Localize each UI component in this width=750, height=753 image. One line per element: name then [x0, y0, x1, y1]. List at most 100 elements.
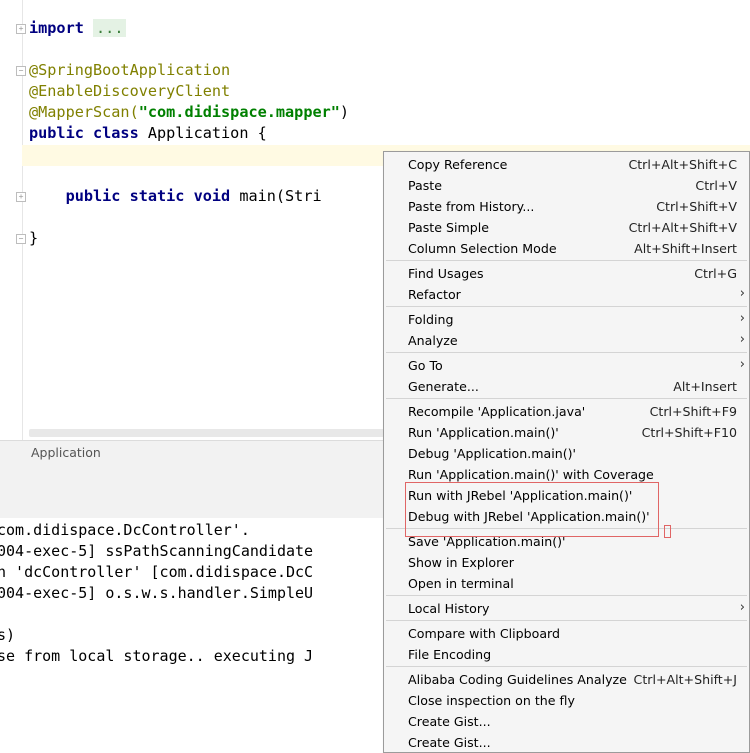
annotation-mapperscan: @MapperScan( — [29, 103, 139, 121]
menu-item-label: Local History — [408, 601, 490, 616]
console-line: 004-exec-5] ssPathScanningCandidate — [0, 542, 314, 560]
menu-item-label: File Encoding — [408, 647, 492, 662]
fold-expand-icon[interactable]: + — [16, 24, 26, 34]
menu-item-find-usages[interactable]: Find Usages Ctrl+G — [384, 263, 749, 284]
fold-marker-icon[interactable]: − — [16, 234, 26, 244]
paren-close: ) — [339, 103, 350, 121]
code-line-import[interactable]: import ... — [29, 18, 127, 39]
menu-item-open-in-terminal[interactable]: Open in terminal — [384, 573, 749, 594]
menu-item-compare-with-clipboard[interactable]: Compare with Clipboard — [384, 623, 749, 644]
menu-item-label: Alibaba Coding Guidelines Analyze — [408, 672, 627, 687]
menu-item-label: Copy Reference — [408, 157, 508, 172]
menu-item-run[interactable]: Run 'Application.main()' Ctrl+Shift+F10 — [384, 422, 749, 443]
menu-item-close-inspection[interactable]: Close inspection on the fly — [384, 690, 749, 711]
context-menu[interactable]: Copy Reference Ctrl+Alt+Shift+C Paste Ctrl… — [383, 151, 750, 753]
menu-item-label: Show in Explorer — [408, 555, 514, 570]
import-fold-placeholder[interactable]: ... — [93, 19, 127, 37]
submenu-arrow-icon: › — [739, 286, 745, 301]
code-line-brace[interactable]: } — [29, 228, 38, 249]
menu-item-label: Generate... — [408, 379, 479, 394]
menu-item-label: Analyze — [408, 333, 458, 348]
console-line: com.didispace.DcController'. — [0, 521, 250, 539]
menu-item-shortcut: Ctrl+Shift+F10 — [641, 425, 737, 440]
menu-item-paste-simple[interactable]: Paste Simple Ctrl+Alt+Shift+V — [384, 217, 749, 238]
fold-marker-icon[interactable]: − — [16, 66, 26, 76]
menu-item-go-to[interactable]: Go To › — [384, 355, 749, 376]
menu-item-copy-reference[interactable]: Copy Reference Ctrl+Alt+Shift+C — [384, 154, 749, 175]
code-line-annotation[interactable]: @SpringBootApplication — [29, 60, 230, 81]
menu-separator — [386, 306, 747, 307]
menu-item-local-history[interactable]: Local History › — [384, 598, 749, 619]
menu-item-label: Go To — [408, 358, 443, 373]
code-line-annotation[interactable]: @MapperScan("com.didispace.mapper") — [29, 102, 349, 123]
submenu-arrow-icon: › — [739, 357, 745, 372]
menu-item-label: Paste from History... — [408, 199, 535, 214]
menu-item-shortcut: Alt+Shift+Insert — [634, 241, 737, 256]
keyword-public-class: public class — [29, 124, 139, 142]
submenu-arrow-icon: › — [739, 600, 745, 615]
method-signature: main(Stri — [230, 187, 322, 205]
menu-item-generate[interactable]: Generate... Alt+Insert — [384, 376, 749, 397]
menu-item-create-gist[interactable]: Create Gist... — [384, 711, 749, 732]
menu-item-label: Debug 'Application.main()' — [408, 446, 577, 461]
menu-separator — [386, 595, 747, 596]
menu-item-label: Compare with Clipboard — [408, 626, 561, 641]
menu-item-label: Run 'Application.main()' with Coverage — [408, 467, 654, 482]
menu-item-folding[interactable]: Folding › — [384, 309, 749, 330]
class-name: Application { — [138, 124, 267, 142]
string-literal: "com.didispace.mapper" — [138, 103, 340, 121]
menu-separator — [386, 620, 747, 621]
menu-item-shortcut: Alt+Insert — [673, 379, 737, 394]
menu-item-debug[interactable]: Debug 'Application.main()' — [384, 443, 749, 464]
menu-item-analyze[interactable]: Analyze › — [384, 330, 749, 351]
menu-item-label: Open in terminal — [408, 576, 514, 591]
keyword-public-static-void: public static void — [65, 187, 231, 205]
code-line-class[interactable]: public class Application { — [29, 123, 267, 144]
menu-item-shortcut: Ctrl+Alt+Shift+J — [633, 672, 737, 687]
menu-item-label: Create Gist... — [408, 735, 491, 750]
menu-item-file-encoding[interactable]: File Encoding — [384, 644, 749, 665]
console-line: n 'dcController' [com.didispace.DcC — [0, 563, 314, 581]
menu-separator — [386, 398, 747, 399]
code-line-method[interactable]: public static void main(Stri — [29, 186, 322, 207]
menu-item-label: Create Gist... — [408, 714, 491, 729]
highlight-annotation-box — [405, 482, 659, 537]
console-line: se from local storage.. executing J — [0, 647, 314, 665]
menu-item-alibaba-analyze[interactable]: Alibaba Coding Guidelines Analyze Ctrl+Al… — [384, 669, 749, 690]
menu-item-recompile[interactable]: Recompile 'Application.java' Ctrl+Shift+F… — [384, 401, 749, 422]
menu-item-shortcut: Ctrl+Shift+F9 — [649, 404, 737, 419]
menu-item-label: Paste — [408, 178, 442, 193]
menu-item-label: Find Usages — [408, 266, 484, 281]
menu-item-paste[interactable]: Paste Ctrl+V — [384, 175, 749, 196]
menu-item-show-in-explorer[interactable]: Show in Explorer — [384, 552, 749, 573]
menu-item-create-gist[interactable]: Create Gist... — [384, 732, 749, 753]
horizontal-scrollbar[interactable] — [29, 429, 389, 437]
menu-item-label: Folding — [408, 312, 454, 327]
menu-separator — [386, 666, 747, 667]
keyword-import: import — [29, 19, 84, 37]
menu-separator — [386, 352, 747, 353]
console-line: 004-exec-5] o.s.w.s.handler.SimpleU — [0, 584, 314, 602]
menu-item-shortcut: Ctrl+Alt+Shift+C — [628, 157, 737, 172]
code-line-annotation[interactable]: @EnableDiscoveryClient — [29, 81, 230, 102]
menu-item-shortcut: Ctrl+Alt+Shift+V — [628, 220, 737, 235]
fold-marker-icon[interactable]: + — [16, 192, 26, 202]
submenu-arrow-icon: › — [739, 332, 745, 347]
menu-item-shortcut: Ctrl+V — [695, 178, 737, 193]
menu-item-label: Paste Simple — [408, 220, 489, 235]
breadcrumb-item[interactable]: Application — [31, 445, 101, 460]
highlight-annotation-mark — [664, 525, 671, 538]
menu-item-label: Run 'Application.main()' — [408, 425, 559, 440]
menu-item-label: Recompile 'Application.java' — [408, 404, 586, 419]
menu-separator — [386, 260, 747, 261]
submenu-arrow-icon: › — [739, 311, 745, 326]
menu-item-label: Close inspection on the fly — [408, 693, 575, 708]
menu-item-paste-from-history[interactable]: Paste from History... Ctrl+Shift+V — [384, 196, 749, 217]
menu-item-label: Refactor — [408, 287, 461, 302]
menu-item-shortcut: Ctrl+Shift+V — [656, 199, 737, 214]
console-line: s) — [0, 626, 16, 644]
menu-item-shortcut: Ctrl+G — [694, 266, 737, 281]
menu-item-refactor[interactable]: Refactor › — [384, 284, 749, 305]
menu-item-column-selection-mode[interactable]: Column Selection Mode Alt+Shift+Insert — [384, 238, 749, 259]
menu-item-label: Column Selection Mode — [408, 241, 557, 256]
